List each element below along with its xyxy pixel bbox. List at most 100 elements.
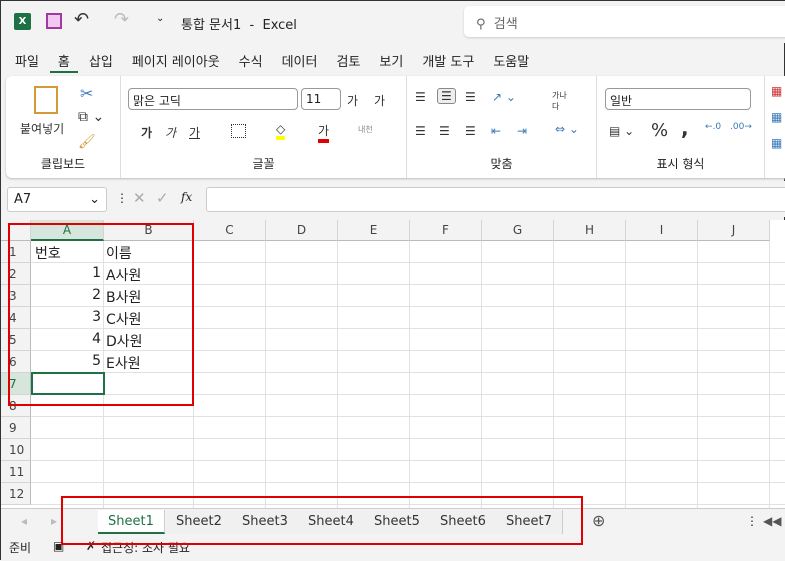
title-separator: - bbox=[249, 18, 255, 33]
ribbon-tabs: 파일 홈 삽입 페이지 레이아웃 수식 데이터 검토 보기 개발 도구 도움말 bbox=[7, 49, 540, 73]
cut-icon[interactable]: ✂ bbox=[80, 84, 93, 103]
search-icon: ⚲ bbox=[476, 17, 486, 32]
column-gridline bbox=[625, 241, 626, 508]
tab-view[interactable]: 보기 bbox=[371, 49, 411, 73]
paste-button[interactable]: 붙여넣기 bbox=[20, 120, 64, 137]
number-format-select[interactable]: 일반 bbox=[605, 88, 751, 110]
format-as-table-icon[interactable]: ▦ bbox=[771, 110, 782, 124]
scroll-right-icon[interactable]: ▸ bbox=[51, 514, 57, 528]
tab-help[interactable]: 도움말 bbox=[485, 49, 537, 73]
borders-icon[interactable] bbox=[231, 124, 246, 138]
tab-formulas[interactable]: 수식 bbox=[231, 49, 271, 73]
font-color-button[interactable]: 가 bbox=[318, 122, 330, 143]
tab-options-icon[interactable]: ⋮ bbox=[746, 514, 758, 528]
font-name-select[interactable]: 맑은 고딕 bbox=[128, 88, 298, 110]
column-gridline bbox=[265, 241, 266, 508]
orientation-icon[interactable]: ↗ ⌄ bbox=[492, 90, 516, 104]
comma-button[interactable]: , bbox=[681, 116, 689, 140]
format-painter-icon[interactable]: 🖌 bbox=[78, 134, 96, 150]
undo-icon[interactable]: ↶ bbox=[74, 9, 89, 30]
conditional-format-icon[interactable]: ▦ bbox=[771, 84, 782, 98]
clipboard-label: 클립보드 bbox=[40, 157, 86, 171]
search-placeholder: 검색 bbox=[493, 17, 518, 32]
name-box[interactable]: A7 ⌄ bbox=[7, 187, 107, 212]
formula-bar: A7 ⌄ ⋮ ✕ ✓ fx bbox=[1, 181, 785, 217]
row-header-11[interactable]: 11 bbox=[1, 461, 31, 483]
number-group: 일반 ▤ ⌄ % , ←.0 .00→ 표시 형식 bbox=[597, 76, 765, 178]
cancel-icon[interactable]: ✕ bbox=[133, 189, 146, 207]
save-icon[interactable] bbox=[46, 13, 62, 29]
increase-indent-icon[interactable]: ⇥ bbox=[517, 124, 527, 138]
column-header-G[interactable]: G bbox=[482, 220, 554, 241]
tab-insert[interactable]: 삽입 bbox=[81, 49, 121, 73]
shrink-font-button[interactable]: 가 bbox=[374, 92, 385, 109]
align-center-icon[interactable]: ☰ bbox=[439, 124, 450, 138]
bold-button[interactable]: 가 bbox=[141, 124, 152, 141]
wrap-text-button[interactable]: 가나다 bbox=[552, 90, 572, 112]
italic-button[interactable]: 가 bbox=[165, 124, 176, 141]
row-gridline bbox=[31, 438, 785, 439]
row-header-12[interactable]: 12 bbox=[1, 483, 31, 505]
tab-page-layout[interactable]: 페이지 레이아웃 bbox=[124, 49, 228, 73]
fill-color-icon[interactable]: ◇ bbox=[276, 122, 286, 140]
column-header-E[interactable]: E bbox=[338, 220, 410, 241]
align-top-icon[interactable]: ☰ bbox=[415, 90, 426, 104]
column-gridline bbox=[769, 241, 770, 508]
column-header-H[interactable]: H bbox=[554, 220, 626, 241]
name-box-value: A7 bbox=[14, 192, 32, 207]
excel-logo-icon: X bbox=[14, 13, 31, 30]
align-bottom-icon[interactable]: ☰ bbox=[465, 90, 476, 104]
insert-function-button[interactable]: fx bbox=[181, 190, 192, 204]
enter-icon[interactable]: ✓ bbox=[156, 189, 169, 207]
column-header-D[interactable]: D bbox=[266, 220, 338, 241]
horizontal-scrollbar[interactable]: ◀◀ bbox=[763, 514, 781, 528]
status-ready: 준비 bbox=[9, 541, 32, 555]
highlight-box-sheets bbox=[61, 496, 583, 545]
column-gridline bbox=[409, 241, 410, 508]
app-name: Excel bbox=[262, 18, 297, 33]
search-input[interactable]: ⚲ 검색 bbox=[464, 6, 785, 37]
tab-developer[interactable]: 개발 도구 bbox=[414, 49, 482, 73]
underline-button[interactable]: 가 bbox=[189, 124, 200, 141]
redo-icon[interactable]: ↷ bbox=[114, 9, 129, 30]
tab-home[interactable]: 홈 bbox=[49, 49, 78, 73]
cell-styles-icon[interactable]: ▦ bbox=[771, 136, 782, 150]
font-size-select[interactable]: 11 bbox=[301, 88, 341, 110]
column-header-J[interactable]: J bbox=[698, 220, 770, 241]
percent-button[interactable]: % bbox=[651, 120, 668, 141]
window-title: 통합 문서1 - Excel bbox=[181, 14, 297, 33]
column-gridline bbox=[337, 241, 338, 508]
chevron-down-icon: ⌄ bbox=[89, 192, 100, 207]
title-bar: X ↶ ↷ ⌄ 통합 문서1 - Excel ⚲ 검색 bbox=[1, 1, 785, 43]
font-label: 글꼴 bbox=[252, 157, 275, 171]
copy-icon[interactable]: ⧉ ⌄ bbox=[78, 109, 104, 125]
formula-input[interactable] bbox=[206, 187, 785, 212]
customize-toolbar-icon[interactable]: ⌄ bbox=[156, 13, 164, 24]
row-header-10[interactable]: 10 bbox=[1, 439, 31, 461]
row-gridline bbox=[31, 416, 785, 417]
decrease-decimal-icon[interactable]: .00→ bbox=[730, 122, 752, 132]
number-label: 표시 형식 bbox=[656, 157, 705, 171]
decrease-indent-icon[interactable]: ⇤ bbox=[491, 124, 501, 138]
row-header-9[interactable]: 9 bbox=[1, 417, 31, 439]
tab-file[interactable]: 파일 bbox=[7, 49, 47, 73]
tab-review[interactable]: 검토 bbox=[328, 49, 368, 73]
phonetic-button[interactable]: 내천 bbox=[358, 124, 373, 135]
paste-icon[interactable] bbox=[34, 86, 58, 114]
column-header-F[interactable]: F bbox=[410, 220, 482, 241]
accounting-format-icon[interactable]: ▤ ⌄ bbox=[609, 124, 634, 138]
merge-center-icon[interactable]: ⇔ ⌄ bbox=[555, 122, 579, 136]
column-header-I[interactable]: I bbox=[626, 220, 698, 241]
more-icon[interactable]: ⋮ bbox=[116, 191, 128, 205]
column-header-C[interactable]: C bbox=[194, 220, 266, 241]
increase-decimal-icon[interactable]: ←.0 bbox=[705, 122, 721, 132]
new-sheet-icon[interactable]: ⊕ bbox=[592, 511, 605, 530]
align-left-icon[interactable]: ☰ bbox=[415, 124, 426, 138]
grow-font-button[interactable]: 가 bbox=[347, 92, 358, 109]
column-gridline bbox=[481, 241, 482, 508]
column-gridline bbox=[697, 241, 698, 508]
align-middle-icon[interactable]: ☰ bbox=[437, 88, 456, 104]
align-right-icon[interactable]: ☰ bbox=[465, 124, 476, 138]
tab-data[interactable]: 데이터 bbox=[274, 49, 326, 73]
scroll-left-icon[interactable]: ◂ bbox=[21, 514, 27, 528]
